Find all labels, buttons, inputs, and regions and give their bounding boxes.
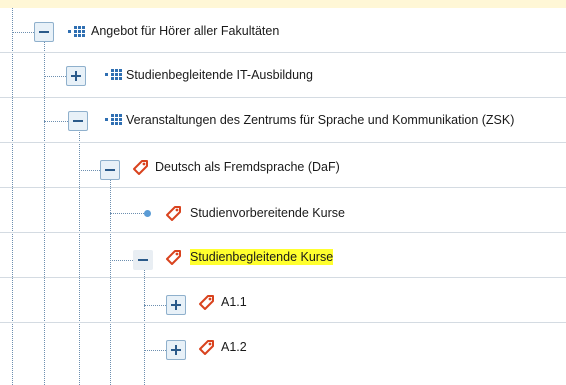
collapse-button[interactable] xyxy=(100,160,120,180)
course-tree: Angebot für Hörer aller Fakultäten Studi… xyxy=(0,8,566,385)
tree-row: Studienbegleitende Kurse xyxy=(0,233,566,278)
tree-node-label[interactable]: A1.1 xyxy=(221,294,247,310)
collapse-button[interactable] xyxy=(68,111,88,131)
tree-row: Veranstaltungen des Zentrums für Sprache… xyxy=(0,98,566,143)
tree-node-label[interactable]: Studienvorbereitende Kurse xyxy=(190,205,345,221)
organization-icon xyxy=(68,26,86,38)
tree-node-label[interactable]: A1.2 xyxy=(221,339,247,355)
organization-icon xyxy=(105,114,123,126)
expand-button[interactable] xyxy=(166,340,186,360)
tree-connector xyxy=(79,170,100,171)
tree-row: Deutsch als Fremdsprache (DaF) xyxy=(0,143,566,188)
tree-row: Studienbegleitende IT-Ausbildung xyxy=(0,53,566,98)
tree-connector xyxy=(110,260,133,261)
tree-row: Angebot für Hörer aller Fakultäten xyxy=(0,8,566,53)
tree-row: Studienvorbereitende Kurse xyxy=(0,188,566,233)
tree-node-label[interactable]: Deutsch als Fremdsprache (DaF) xyxy=(155,159,340,175)
tree-connector xyxy=(144,350,166,351)
tree-node-label[interactable]: Veranstaltungen des Zentrums für Sprache… xyxy=(126,112,514,128)
tree-row: A1.2 xyxy=(0,323,566,367)
tree-row: A1.1 xyxy=(0,278,566,323)
collapse-button[interactable] xyxy=(34,22,54,42)
collapse-button[interactable] xyxy=(133,250,153,270)
tag-icon xyxy=(199,340,214,355)
tag-icon xyxy=(133,160,148,175)
tree-connector xyxy=(44,76,66,77)
leaf-bullet-icon xyxy=(144,210,151,217)
tree-connector xyxy=(144,305,166,306)
tree-node-label[interactable]: Studienbegleitende IT-Ausbildung xyxy=(126,67,313,83)
tree-node-label[interactable]: Angebot für Hörer aller Fakultäten xyxy=(91,23,279,39)
tree-connector xyxy=(12,32,34,33)
tree-connector xyxy=(110,213,144,214)
top-bar xyxy=(0,0,566,8)
expand-button[interactable] xyxy=(66,66,86,86)
organization-icon xyxy=(105,69,123,81)
tree-node-label-selected[interactable]: Studienbegleitende Kurse xyxy=(190,249,334,265)
tag-icon xyxy=(166,250,181,265)
tree-connector xyxy=(44,121,68,122)
tag-icon xyxy=(166,206,181,221)
expand-button[interactable] xyxy=(166,295,186,315)
tag-icon xyxy=(199,295,214,310)
